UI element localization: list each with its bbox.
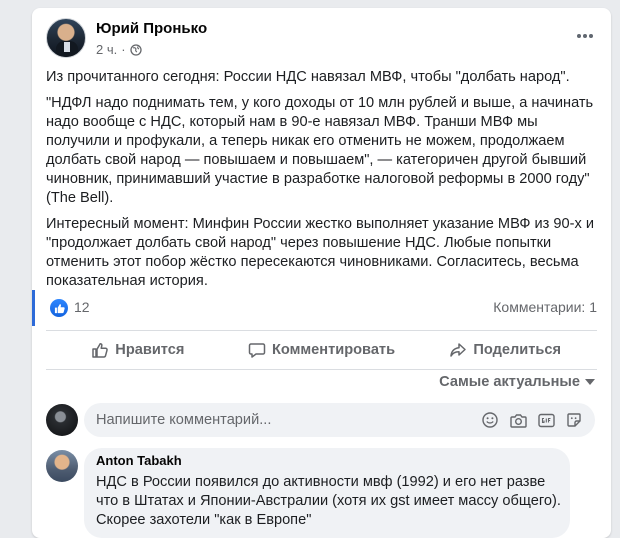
current-user-avatar[interactable] — [46, 404, 78, 436]
reactions-bar: 12 Комментарии: 1 — [32, 290, 611, 326]
comment-text: НДС в России появился до активности мвф … — [96, 474, 561, 528]
commenter-avatar[interactable] — [46, 450, 78, 482]
post-paragraph: Из прочитанного сегодня: России НДС навя… — [46, 69, 570, 85]
gif-icon[interactable] — [537, 411, 555, 429]
sort-label: Самые актуальные — [439, 374, 580, 390]
emoji-icon[interactable] — [481, 411, 499, 429]
share-button[interactable]: Поделиться — [413, 333, 597, 367]
post-meta: 2 ч. · — [96, 42, 142, 57]
comment-button[interactable]: Комментировать — [230, 333, 414, 367]
comment-sort-dropdown[interactable]: Самые актуальные — [439, 374, 595, 390]
globe-icon[interactable] — [129, 43, 142, 56]
caret-down-icon — [585, 379, 595, 385]
post-time[interactable]: 2 ч. — [96, 42, 117, 57]
composer-icons — [481, 411, 583, 429]
like-button-label: Нравится — [115, 342, 185, 358]
more-options-icon[interactable] — [573, 26, 597, 46]
comment-input-placeholder: Напишите комментарий... — [96, 412, 272, 428]
post-card: Юрий Пронько 2 ч. · Из прочитанного сего… — [32, 8, 611, 538]
camera-icon[interactable] — [509, 411, 527, 429]
share-button-label: Поделиться — [473, 342, 561, 358]
avatar-shirt — [64, 42, 70, 52]
comment-bubble: Anton Tabakh НДС в России появился до ак… — [84, 448, 570, 538]
post-actions: Нравится Комментировать Поделиться — [46, 332, 597, 368]
author-avatar[interactable] — [46, 18, 86, 58]
post-header: Юрий Пронько 2 ч. · — [46, 18, 597, 62]
like-count[interactable]: 12 — [74, 299, 90, 315]
like-reaction-icon[interactable] — [50, 299, 68, 317]
author-name[interactable]: Юрий Пронько — [96, 20, 207, 37]
thumbs-up-icon — [92, 342, 109, 358]
sticker-icon[interactable] — [565, 411, 583, 429]
comment-bubble-icon — [248, 343, 266, 358]
divider — [46, 330, 597, 331]
divider — [46, 369, 597, 370]
post-paragraph: "НДФЛ надо поднимать тем, у кого доходы … — [46, 95, 594, 206]
share-arrow-icon — [450, 343, 467, 357]
meta-separator: · — [121, 42, 126, 57]
comment-author[interactable]: Anton Tabakh — [96, 453, 182, 468]
comment-input[interactable]: Напишите комментарий... — [84, 403, 595, 437]
reactions-rail — [32, 290, 35, 326]
like-button[interactable]: Нравится — [46, 333, 230, 367]
post-body: Из прочитанного сегодня: России НДС навя… — [46, 68, 598, 298]
comment-button-label: Комментировать — [271, 342, 396, 358]
post-paragraph: Интересный момент: Минфин России жестко … — [46, 216, 594, 289]
comments-count[interactable]: Комментарии: 1 — [493, 299, 597, 315]
